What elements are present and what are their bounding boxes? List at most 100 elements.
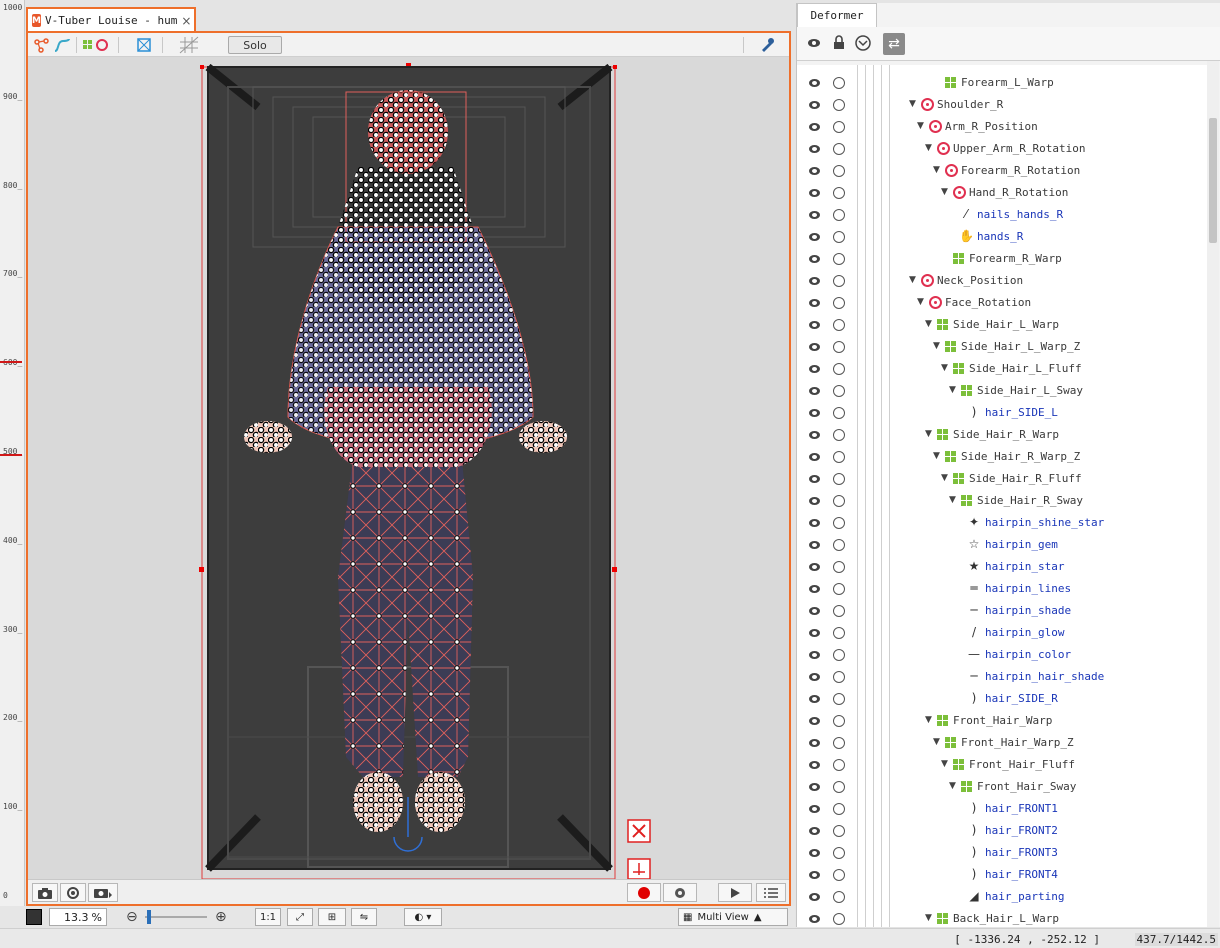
tree-row[interactable]: ) hair_SIDE_L [797,402,1207,424]
record-button[interactable] [627,883,661,902]
row-visibility-eye-icon[interactable] [809,299,820,307]
zoom-in-icon[interactable]: ⊕ [215,909,227,925]
row-lock-toggle[interactable] [833,825,845,837]
expand-arrow-icon[interactable]: ▼ [909,275,916,285]
zoom-out-icon[interactable]: ⊖ [126,909,138,925]
camera-export-icon[interactable] [88,883,118,902]
tree-row[interactable]: ▼ Side_Hair_L_Warp [797,314,1207,336]
row-visibility-eye-icon[interactable] [809,849,820,857]
row-lock-toggle[interactable] [833,363,845,375]
close-tab-icon[interactable]: × [181,14,191,28]
row-visibility-eye-icon[interactable] [809,145,820,153]
row-visibility-eye-icon[interactable] [809,343,820,351]
expand-arrow-icon[interactable]: ▼ [925,319,932,329]
expand-arrow-icon[interactable]: ▼ [925,143,932,153]
tree-row[interactable]: ▼ Side_Hair_L_Sway [797,380,1207,402]
row-lock-toggle[interactable] [833,913,845,925]
zoom-slider-handle[interactable] [147,910,151,924]
row-visibility-eye-icon[interactable] [809,211,820,219]
row-visibility-eye-icon[interactable] [809,563,820,571]
tree-row[interactable]: ⁄ nails_hands_R [797,204,1207,226]
row-lock-toggle[interactable] [833,649,845,661]
tree-row[interactable]: ═ hairpin_lines [797,578,1207,600]
tree-row[interactable]: ▼ Side_Hair_R_Warp [797,424,1207,446]
row-visibility-eye-icon[interactable] [809,497,820,505]
row-lock-toggle[interactable] [833,561,845,573]
row-visibility-eye-icon[interactable] [809,453,820,461]
tree-row[interactable]: ✋ hands_R [797,226,1207,248]
row-lock-toggle[interactable] [833,341,845,353]
pen-settings-icon[interactable] [756,36,778,54]
row-lock-toggle[interactable] [833,143,845,155]
row-visibility-eye-icon[interactable] [809,717,820,725]
deformer-filter-icon[interactable] [82,36,110,54]
expand-arrow-icon[interactable]: ▼ [941,759,948,769]
display-mode-dropdown[interactable]: ◐ ▾ [404,908,442,926]
tree-row[interactable]: ▼ Front_Hair_Warp [797,710,1207,732]
tree-row[interactable]: Forearm_L_Warp [797,72,1207,94]
row-lock-toggle[interactable] [833,275,845,287]
tree-row[interactable]: ▼ Arm_R_Position [797,116,1207,138]
row-lock-toggle[interactable] [833,891,845,903]
row-lock-toggle[interactable] [833,737,845,749]
row-visibility-eye-icon[interactable] [809,805,820,813]
row-visibility-eye-icon[interactable] [809,541,820,549]
play-button[interactable] [718,883,752,902]
curve-tool-icon[interactable] [52,36,72,54]
row-visibility-eye-icon[interactable] [809,871,820,879]
tree-row[interactable]: ▼ Neck_Position [797,270,1207,292]
row-visibility-eye-icon[interactable] [809,629,820,637]
tree-row[interactable]: ▼ Back_Hair_L_Warp [797,908,1207,927]
lock-icon[interactable] [833,35,847,51]
row-lock-toggle[interactable] [833,319,845,331]
row-visibility-eye-icon[interactable] [809,739,820,747]
row-lock-toggle[interactable] [833,473,845,485]
tree-row[interactable]: ) hair_FRONT3 [797,842,1207,864]
row-visibility-eye-icon[interactable] [809,893,820,901]
camera-icon[interactable] [32,883,58,902]
zoom-slider[interactable] [145,916,207,918]
row-visibility-eye-icon[interactable] [809,475,820,483]
expand-arrow-icon[interactable]: ▼ [925,913,932,923]
row-lock-toggle[interactable] [833,847,845,859]
tree-row[interactable]: ▼ Side_Hair_L_Warp_Z [797,336,1207,358]
tree-row[interactable]: ✦ hairpin_shine_star [797,512,1207,534]
tree-row[interactable]: / hairpin_glow [797,622,1207,644]
row-lock-toggle[interactable] [833,539,845,551]
row-lock-toggle[interactable] [833,759,845,771]
row-lock-toggle[interactable] [833,77,845,89]
row-lock-toggle[interactable] [833,253,845,265]
row-visibility-eye-icon[interactable] [809,365,820,373]
flip-horizontal-icon[interactable]: ⇋ [351,908,377,926]
tree-row[interactable]: ☆ hairpin_gem [797,534,1207,556]
expand-arrow-icon[interactable]: ▼ [949,781,956,791]
row-visibility-eye-icon[interactable] [809,387,820,395]
row-visibility-eye-icon[interactable] [809,827,820,835]
expand-arrow-icon[interactable]: ▼ [949,495,956,505]
row-lock-toggle[interactable] [833,583,845,595]
tree-row[interactable]: ◢ hair_parting [797,886,1207,908]
tree-row[interactable]: ▼ Hand_R_Rotation [797,182,1207,204]
fit-to-window-icon[interactable]: ⤢ [287,908,313,926]
row-lock-toggle[interactable] [833,209,845,221]
ruler-guide-marker[interactable] [0,454,22,456]
row-visibility-eye-icon[interactable] [809,409,820,417]
model-viewport[interactable] [28,57,789,879]
row-visibility-eye-icon[interactable] [809,783,820,791]
expand-arrow-icon[interactable]: ▼ [941,363,948,373]
tree-row[interactable]: ) hair_FRONT4 [797,864,1207,886]
row-visibility-eye-icon[interactable] [809,233,820,241]
expand-arrow-icon[interactable]: ▼ [909,99,916,109]
row-visibility-eye-icon[interactable] [809,167,820,175]
expand-arrow-icon[interactable]: ▼ [925,429,932,439]
tree-row[interactable]: ) hair_FRONT2 [797,820,1207,842]
expand-arrow-icon[interactable]: ▼ [917,121,924,131]
row-lock-toggle[interactable] [833,869,845,881]
multi-view-dropdown[interactable]: ▦ Multi View ▲ [678,908,788,926]
tree-row[interactable]: ▼ Side_Hair_R_Fluff [797,468,1207,490]
row-lock-toggle[interactable] [833,495,845,507]
tree-row[interactable]: ─ hairpin_shade [797,600,1207,622]
tree-row[interactable]: ▼ Front_Hair_Warp_Z [797,732,1207,754]
row-lock-toggle[interactable] [833,385,845,397]
row-lock-toggle[interactable] [833,715,845,727]
